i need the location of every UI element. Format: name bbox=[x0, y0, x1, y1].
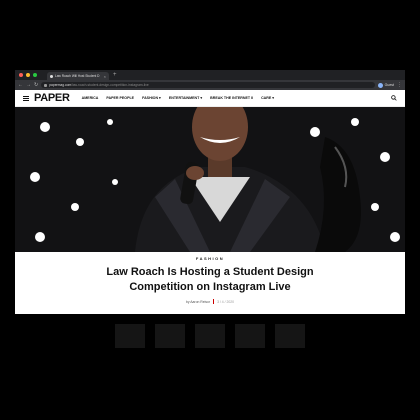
favicon-icon bbox=[50, 74, 53, 78]
article-header: FASHION Law Roach Is Hosting a Student D… bbox=[15, 252, 405, 304]
byline-divider bbox=[213, 299, 215, 304]
nav-item-care[interactable]: CARE ▾ bbox=[261, 96, 274, 100]
avatar bbox=[377, 82, 383, 88]
author[interactable]: by Aaron Reisor bbox=[186, 300, 210, 304]
site-logo[interactable]: PAPER bbox=[34, 92, 70, 104]
nav-item-america[interactable]: AMERICA bbox=[82, 96, 99, 100]
profile-button[interactable]: Guest bbox=[377, 82, 394, 88]
url-path: /law-roach-student-design-competition-in… bbox=[71, 83, 149, 87]
article-title-line-2: Competition on Instagram Live bbox=[129, 281, 291, 293]
reload-icon[interactable]: ↻ bbox=[34, 80, 38, 90]
lock-icon bbox=[44, 83, 48, 87]
nav-item-entertainment[interactable]: ENTERTAINMENT ▾ bbox=[169, 96, 202, 100]
browser-window: Law Roach Will Host Student D × + ← → ↻ … bbox=[15, 70, 405, 314]
hamburger-menu-icon[interactable] bbox=[23, 95, 29, 101]
faint-logo-reflection bbox=[115, 324, 305, 348]
url-field[interactable]: papermag.com/law-roach-student-design-co… bbox=[41, 82, 375, 88]
publish-date: 3 / 4 / 2020 bbox=[217, 299, 235, 304]
search-icon[interactable] bbox=[391, 95, 397, 101]
nav-item-fashion[interactable]: FASHION ▾ bbox=[142, 96, 161, 100]
article-category[interactable]: FASHION bbox=[15, 256, 405, 261]
tab-title: Law Roach Will Host Student D bbox=[55, 74, 100, 78]
tab-strip: Law Roach Will Host Student D × + bbox=[15, 70, 405, 80]
nav-item-break-the-internet[interactable]: BREAK THE INTERNET II bbox=[210, 96, 253, 100]
minimize-window-button[interactable] bbox=[26, 73, 30, 77]
site-header: PAPER AMERICA PAPER PEOPLE FASHION ▾ ENT… bbox=[15, 90, 405, 107]
site-nav: AMERICA PAPER PEOPLE FASHION ▾ ENTERTAIN… bbox=[82, 96, 391, 100]
more-menu-icon[interactable]: ⋮ bbox=[397, 82, 402, 88]
profile-label: Guest bbox=[384, 83, 394, 87]
close-window-button[interactable] bbox=[19, 73, 23, 77]
hero-image bbox=[15, 107, 405, 252]
forward-icon[interactable]: → bbox=[26, 80, 31, 90]
url-domain: papermag.com bbox=[49, 83, 72, 87]
address-bar: ← → ↻ papermag.com/law-roach-student-des… bbox=[15, 80, 405, 90]
article-title-line-1: Law Roach Is Hosting a Student Design bbox=[106, 266, 314, 278]
nav-item-paper-people[interactable]: PAPER PEOPLE bbox=[106, 96, 134, 100]
maximize-window-button[interactable] bbox=[33, 73, 37, 77]
new-tab-button[interactable]: + bbox=[113, 71, 117, 79]
back-icon[interactable]: ← bbox=[18, 80, 23, 90]
browser-tab[interactable]: Law Roach Will Host Student D × bbox=[47, 72, 109, 80]
tab-close-icon[interactable]: × bbox=[104, 74, 106, 79]
byline: by Aaron Reisor 3 / 4 / 2020 bbox=[15, 299, 405, 304]
window-controls bbox=[19, 73, 37, 77]
article-title: Law Roach Is Hosting a Student Design Co… bbox=[15, 265, 405, 295]
